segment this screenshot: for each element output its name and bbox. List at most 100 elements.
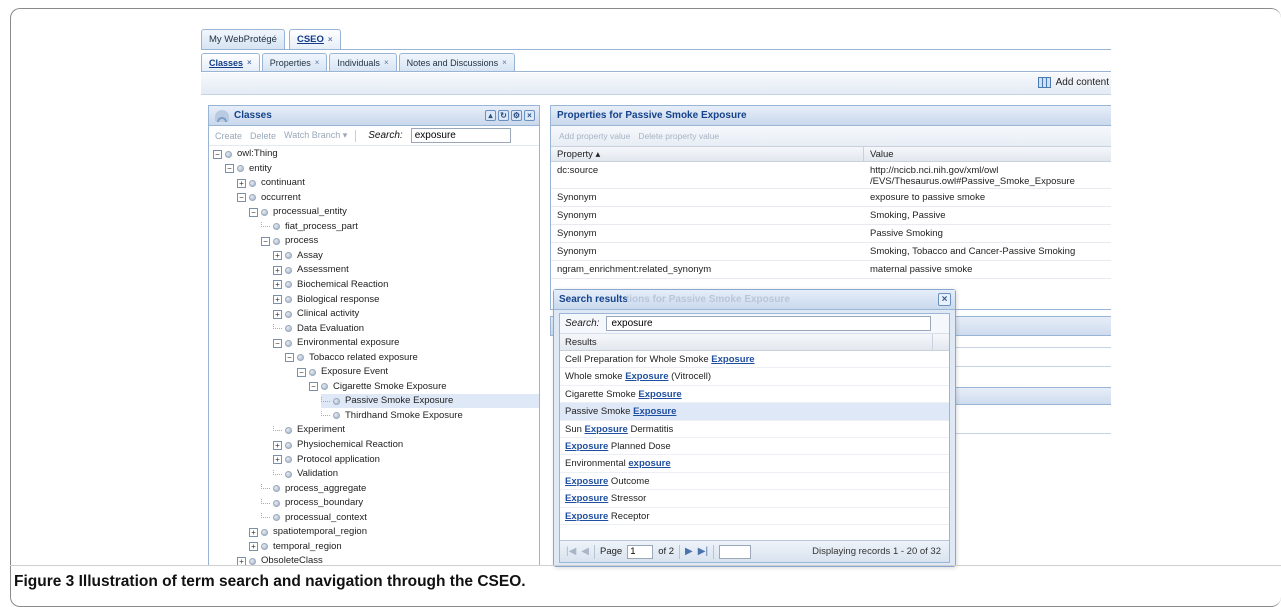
collapse-icon[interactable]: − bbox=[225, 164, 234, 174]
result-match-link[interactable]: exposure bbox=[628, 458, 670, 469]
tree-node[interactable]: + Physiochemical Reaction bbox=[273, 438, 403, 452]
tree-node[interactable]: − Environmental exposure bbox=[273, 336, 399, 350]
list-item[interactable]: Exposure Stressor bbox=[560, 490, 949, 508]
tree-node[interactable]: − processual_entity bbox=[249, 205, 347, 219]
list-item[interactable]: Exposure Outcome bbox=[560, 473, 949, 491]
list-item[interactable]: Cell Preparation for Whole Smoke Exposur… bbox=[560, 351, 949, 369]
tab-close-icon[interactable]: × bbox=[502, 58, 507, 67]
view-tab-3[interactable]: Notes and Discussions × bbox=[398, 53, 515, 71]
tree-node[interactable]: process_aggregate bbox=[261, 482, 366, 496]
result-match-link[interactable]: Exposure bbox=[625, 371, 668, 382]
tree-node[interactable]: Validation bbox=[273, 467, 338, 481]
collapse-icon[interactable]: − bbox=[273, 338, 282, 348]
expand-icon[interactable]: + bbox=[249, 527, 258, 537]
first-page-icon[interactable]: |◀ bbox=[566, 546, 576, 557]
list-item[interactable]: Passive Smoke Exposure bbox=[560, 403, 949, 421]
project-tab-0[interactable]: My WebProtégé bbox=[201, 29, 285, 49]
table-row[interactable]: Synonym Passive Smoking bbox=[551, 225, 1111, 243]
table-row[interactable]: Synonym exposure to passive smoke bbox=[551, 189, 1111, 207]
tree-node[interactable]: − entity bbox=[225, 162, 272, 176]
project-tab-1[interactable]: CSEO × bbox=[288, 29, 341, 49]
tree-node[interactable]: Data Evaluation bbox=[273, 322, 364, 336]
table-row[interactable]: Synonym Smoking, Passive bbox=[551, 207, 1111, 225]
result-match-link[interactable]: Exposure bbox=[565, 493, 608, 504]
expand-icon[interactable]: + bbox=[273, 455, 282, 465]
tree-node[interactable]: fiat_process_part bbox=[261, 220, 358, 234]
list-item[interactable]: Environmental exposure bbox=[560, 455, 949, 473]
tab-close-icon[interactable]: × bbox=[384, 58, 389, 67]
collapse-icon[interactable]: − bbox=[249, 207, 258, 217]
tab-close-icon[interactable]: × bbox=[247, 58, 252, 67]
create-button[interactable]: Create bbox=[215, 131, 242, 141]
page-size-input[interactable] bbox=[719, 544, 752, 559]
tree-node[interactable]: + Clinical activity bbox=[273, 307, 359, 321]
watch-branch-button[interactable]: Watch Branch ▾ bbox=[284, 130, 347, 141]
result-match-link[interactable]: Exposure bbox=[633, 406, 676, 417]
result-match-link[interactable]: Exposure bbox=[585, 424, 628, 435]
tree-node[interactable]: − Exposure Event bbox=[297, 365, 388, 379]
collapse-icon[interactable]: − bbox=[285, 353, 294, 363]
list-item[interactable]: Cigarette Smoke Exposure bbox=[560, 386, 949, 404]
column-header-property[interactable]: Property ▴ bbox=[551, 147, 864, 161]
tree-node[interactable]: Passive Smoke Exposure bbox=[321, 394, 539, 409]
expand-icon[interactable]: + bbox=[273, 251, 282, 261]
delete-property-value-button[interactable]: Delete property value bbox=[638, 131, 719, 141]
collapse-icon[interactable]: − bbox=[297, 367, 306, 377]
tree-node[interactable]: + spatiotemporal_region bbox=[249, 525, 367, 539]
collapse-icon[interactable]: − bbox=[261, 236, 270, 246]
list-item[interactable]: Sun Exposure Dermatitis bbox=[560, 421, 949, 438]
class-search-input[interactable] bbox=[410, 128, 511, 143]
tab-close-icon[interactable]: × bbox=[315, 58, 320, 67]
result-match-link[interactable]: Exposure bbox=[565, 511, 608, 522]
result-match-link[interactable]: Exposure bbox=[565, 441, 608, 452]
tree-node[interactable]: − Cigarette Smoke Exposure bbox=[309, 380, 447, 394]
expand-icon[interactable]: + bbox=[273, 295, 282, 304]
collapse-icon[interactable]: − bbox=[213, 149, 222, 159]
prev-page-icon[interactable]: ◀ bbox=[581, 546, 589, 557]
expand-icon[interactable]: + bbox=[273, 280, 282, 290]
tree-node[interactable]: Thirdhand Smoke Exposure bbox=[321, 409, 463, 423]
tree-node[interactable]: + continuant bbox=[237, 176, 305, 190]
expand-icon[interactable]: + bbox=[249, 542, 258, 552]
tree-node[interactable]: + temporal_region bbox=[249, 540, 342, 554]
view-tab-2[interactable]: Individuals × bbox=[329, 53, 397, 71]
expand-icon[interactable]: + bbox=[273, 440, 282, 450]
view-tab-0[interactable]: Classes × bbox=[201, 53, 260, 71]
close-icon[interactable]: × bbox=[938, 293, 951, 306]
tree-node[interactable]: + Biochemical Reaction bbox=[273, 278, 388, 292]
tab-close-icon[interactable]: × bbox=[328, 35, 333, 44]
tree-node[interactable]: − occurrent bbox=[237, 191, 301, 205]
tree-node[interactable]: + Assay bbox=[273, 249, 323, 263]
tree-node[interactable]: + Biological response bbox=[273, 293, 379, 307]
close-icon[interactable]: × bbox=[524, 110, 535, 121]
table-row[interactable]: dc:source http://ncicb.nci.nih.gov/xml/ow… bbox=[551, 162, 1111, 189]
result-match-link[interactable]: Exposure bbox=[565, 476, 608, 487]
list-item[interactable]: Exposure Receptor bbox=[560, 508, 949, 525]
result-match-link[interactable]: Exposure bbox=[711, 354, 754, 365]
tree-node[interactable]: + Assessment bbox=[273, 263, 349, 277]
settings-icon[interactable]: ⚙ bbox=[511, 110, 522, 121]
list-item[interactable]: Whole smoke Exposure (Vitrocell) bbox=[560, 368, 949, 386]
tree-node[interactable]: + Protocol application bbox=[273, 453, 380, 467]
column-header-value[interactable]: Value bbox=[864, 147, 894, 161]
delete-button[interactable]: Delete bbox=[250, 131, 276, 141]
expand-icon[interactable]: + bbox=[273, 265, 282, 275]
refresh-icon[interactable]: ↻ bbox=[498, 110, 509, 121]
tree-node[interactable]: processual_context bbox=[261, 511, 367, 525]
tree-node[interactable]: − Tobacco related exposure bbox=[285, 351, 418, 365]
tree-node[interactable]: process_boundary bbox=[261, 496, 363, 510]
tree-node[interactable]: + ObsoleteClass bbox=[237, 554, 323, 568]
collapse-icon[interactable]: − bbox=[237, 193, 246, 203]
expand-icon[interactable]: + bbox=[237, 178, 246, 188]
results-column-header[interactable]: Results bbox=[560, 334, 949, 351]
collapse-icon[interactable]: − bbox=[309, 382, 318, 392]
table-row[interactable]: Synonym Smoking, Tobacco and Cancer-Passi… bbox=[551, 243, 1111, 261]
list-item[interactable]: Exposure Planned Dose bbox=[560, 438, 949, 456]
add-content-button[interactable]: Add content bbox=[1037, 77, 1109, 88]
result-match-link[interactable]: Exposure bbox=[638, 389, 681, 400]
view-tab-1[interactable]: Properties × bbox=[261, 53, 328, 71]
table-row[interactable]: ngram_enrichment:related_synonym maternal… bbox=[551, 261, 1111, 279]
tree-node[interactable]: − owl:Thing bbox=[213, 147, 278, 161]
next-page-icon[interactable]: ▶ bbox=[685, 546, 693, 557]
add-property-value-button[interactable]: Add property value bbox=[559, 131, 630, 141]
